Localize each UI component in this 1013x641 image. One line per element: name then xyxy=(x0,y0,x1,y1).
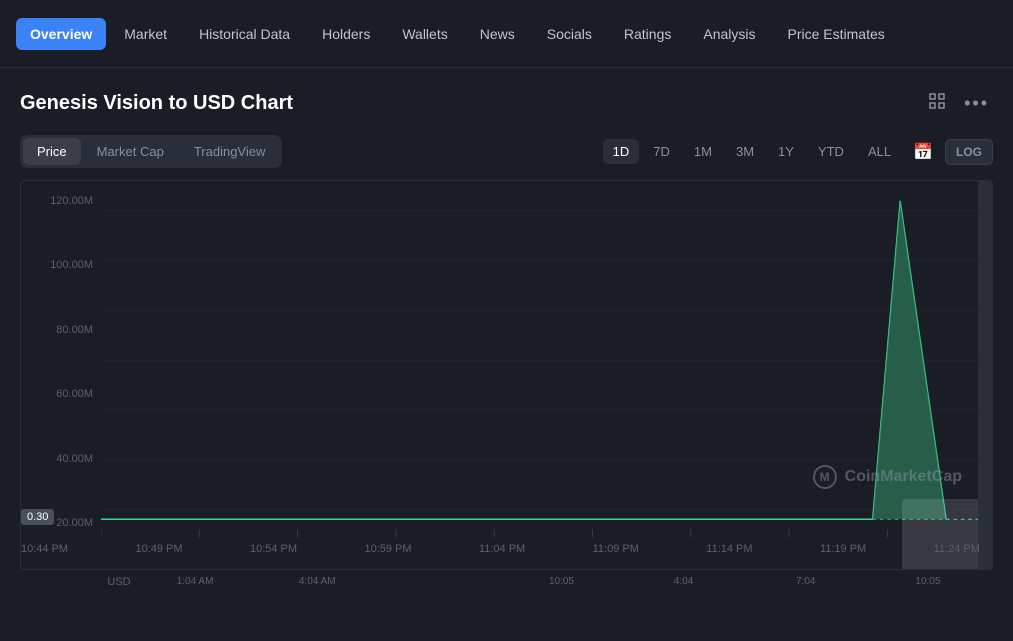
sub-label-4: 10:05 xyxy=(500,576,622,588)
price-badge: 0.30 xyxy=(21,509,54,525)
bottom-sublabels: USD 1:04 AM 4:04 AM 10:05 4:04 7:04 10:0… xyxy=(20,572,993,588)
chart-tab-group: Price Market Cap TradingView xyxy=(20,135,282,168)
range-1d[interactable]: 1D xyxy=(603,139,640,164)
y-label-100m: 100.00M xyxy=(21,259,101,271)
tab-market-cap[interactable]: Market Cap xyxy=(83,138,178,165)
sub-label-5: 4:04 xyxy=(623,576,745,588)
range-ytd[interactable]: YTD xyxy=(808,139,854,164)
x-label-1119: 11:19 PM xyxy=(820,543,866,555)
nav-item-price-estimates[interactable]: Price Estimates xyxy=(774,18,899,50)
range-3m[interactable]: 3M xyxy=(726,139,764,164)
x-label-1109: 11:09 PM xyxy=(593,543,639,555)
watermark: M CoinMarketCap xyxy=(813,465,962,489)
range-1m[interactable]: 1M xyxy=(684,139,722,164)
range-group: 1D 7D 1M 3M 1Y YTD ALL 📅 LOG xyxy=(603,138,993,166)
sub-label-3 xyxy=(378,576,500,588)
x-axis-labels: 10:44 PM 10:49 PM 10:54 PM 10:59 PM 11:0… xyxy=(21,543,992,555)
coinmarketcap-logo-icon: M xyxy=(813,465,837,489)
y-label-40m: 40.00M xyxy=(21,453,101,465)
tab-price[interactable]: Price xyxy=(23,138,81,165)
x-label-1059: 10:59 PM xyxy=(364,543,411,555)
sub-label-1: 1:04 AM xyxy=(134,576,256,588)
nav-item-socials[interactable]: Socials xyxy=(533,18,606,50)
sub-label-7: 10:05 xyxy=(867,576,989,588)
log-button[interactable]: LOG xyxy=(945,139,993,165)
nav-item-historical-data[interactable]: Historical Data xyxy=(185,18,304,50)
usd-axis-label: USD xyxy=(104,576,134,588)
chart-controls: Price Market Cap TradingView 1D 7D 1M 3M… xyxy=(20,135,993,168)
range-7d[interactable]: 7D xyxy=(643,139,680,164)
navigation: Overview Market Historical Data Holders … xyxy=(0,0,1013,68)
sub-label-6: 7:04 xyxy=(745,576,867,588)
nav-item-wallets[interactable]: Wallets xyxy=(388,18,461,50)
tab-trading-view[interactable]: TradingView xyxy=(180,138,280,165)
x-label-1044: 10:44 PM xyxy=(21,543,68,555)
y-label-60m: 60.00M xyxy=(21,388,101,400)
y-label-120m: 120.00M xyxy=(21,195,101,207)
main-content: Genesis Vision to USD Chart ••• Price Ma… xyxy=(0,68,1013,588)
nav-item-market[interactable]: Market xyxy=(110,18,181,50)
sub-label-2: 4:04 AM xyxy=(256,576,378,588)
chart-title: Genesis Vision to USD Chart xyxy=(20,92,293,115)
x-label-1104: 11:04 PM xyxy=(479,543,525,555)
nav-item-news[interactable]: News xyxy=(466,18,529,50)
x-label-1114: 11:14 PM xyxy=(706,543,752,555)
right-ticker xyxy=(978,181,992,569)
y-label-80m: 80.00M xyxy=(21,324,101,336)
more-options-button[interactable]: ••• xyxy=(960,89,993,118)
chart-area: 120.00M 100.00M 80.00M 60.00M 40.00M 20.… xyxy=(20,180,993,570)
x-label-1054: 10:54 PM xyxy=(250,543,297,555)
watermark-text: CoinMarketCap xyxy=(845,468,962,486)
nav-item-ratings[interactable]: Ratings xyxy=(610,18,685,50)
x-label-1124: 11:24 PM xyxy=(934,543,980,555)
nav-item-analysis[interactable]: Analysis xyxy=(689,18,769,50)
x-label-1049: 10:49 PM xyxy=(135,543,182,555)
range-all[interactable]: ALL xyxy=(858,139,901,164)
chart-header: Genesis Vision to USD Chart ••• xyxy=(20,88,993,119)
range-1y[interactable]: 1Y xyxy=(768,139,804,164)
nav-item-holders[interactable]: Holders xyxy=(308,18,384,50)
calendar-button[interactable]: 📅 xyxy=(905,138,941,166)
fullscreen-button[interactable] xyxy=(924,88,950,119)
nav-item-overview[interactable]: Overview xyxy=(16,18,106,50)
chart-svg xyxy=(101,181,992,569)
chart-actions: ••• xyxy=(924,88,993,119)
